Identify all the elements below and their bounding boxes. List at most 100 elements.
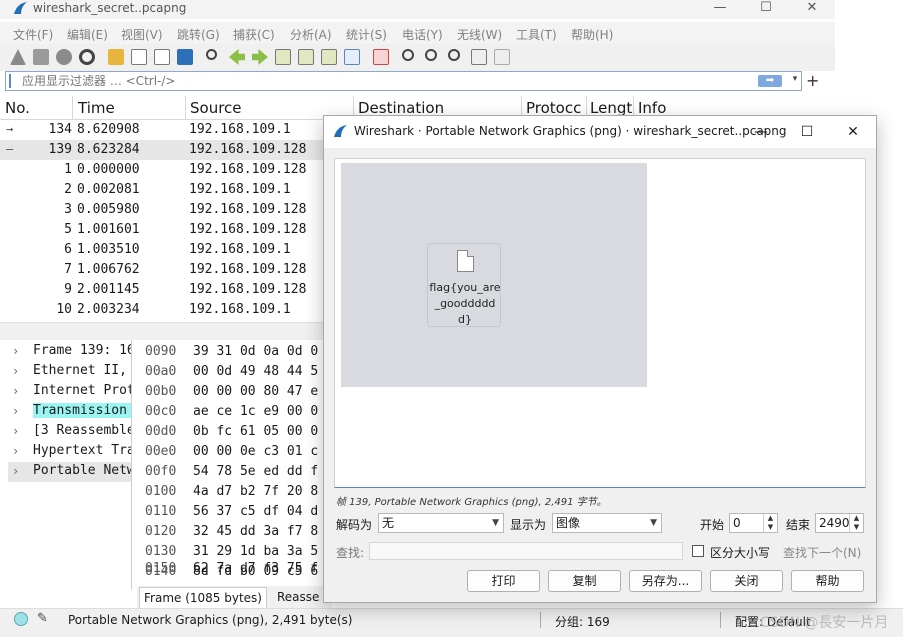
byte-row[interactable]: 00a0 00 0d 49 48 44 5 xyxy=(137,362,330,382)
tab-frame-bytes[interactable]: Frame (1085 bytes) xyxy=(139,587,267,608)
find-next-button[interactable]: 查找下一个(N) xyxy=(783,544,861,561)
chevron-right-icon[interactable]: › xyxy=(12,424,19,438)
start-spinbox[interactable]: 0 ▲ ▼ xyxy=(729,513,778,533)
resize-columns-icon[interactable] xyxy=(471,49,487,65)
edit-comment-icon[interactable]: ✎ xyxy=(37,611,48,626)
spin-arrows-icon[interactable]: ▲ ▼ xyxy=(763,514,777,532)
open-file-icon[interactable] xyxy=(108,49,124,65)
image-preview-pane[interactable]: flag{you_are_goodddddd} xyxy=(334,158,866,488)
detail-row-tcp[interactable]: › Transmission xyxy=(8,402,131,422)
byte-row[interactable]: 00f0 54 78 5e ed dd f xyxy=(137,462,330,482)
byte-row[interactable]: 0090 39 31 0d 0a 0d 0 xyxy=(137,342,330,362)
menu-go[interactable]: 跳转(G) xyxy=(177,26,220,43)
end-spinbox[interactable]: 2490 ▲ ▼ xyxy=(815,513,864,533)
chevron-down-icon[interactable]: ▾ xyxy=(789,74,801,88)
bookmark-icon[interactable] xyxy=(9,74,17,88)
menu-analyze[interactable]: 分析(A) xyxy=(290,26,332,43)
menu-edit[interactable]: 编辑(E) xyxy=(67,26,108,43)
byte-row[interactable]: 00c0 ae ce 1c e9 00 0 xyxy=(137,402,330,422)
column-no[interactable]: No. xyxy=(5,99,30,117)
menu-view[interactable]: 视图(V) xyxy=(121,26,163,43)
decode-as-select[interactable]: 无 ▼ xyxy=(378,513,504,533)
tab-reassembled-bytes[interactable]: Reasse xyxy=(277,590,319,604)
packet-row[interactable]: → 134 8.620908 192.168.109.1 xyxy=(0,120,330,140)
help-button[interactable]: 帮助 xyxy=(791,570,864,592)
print-button[interactable]: 打印 xyxy=(467,570,540,592)
packet-row-selected[interactable]: — 139 8.623284 192.168.109.128 xyxy=(0,140,330,160)
detail-row-reassembled[interactable]: › [3 Reassemble xyxy=(8,422,131,442)
show-as-select[interactable]: 图像 ▼ xyxy=(552,513,662,533)
byte-row[interactable]: 0100 4a d7 b2 7f 20 8 xyxy=(137,482,330,502)
dialog-close-button[interactable]: ✕ xyxy=(838,121,868,143)
menu-wireless[interactable]: 无线(W) xyxy=(457,26,502,43)
byte-row[interactable]: 0120 32 45 dd 3a f7 8 xyxy=(137,522,330,542)
last-packet-icon[interactable] xyxy=(321,49,337,65)
save-as-button[interactable]: 另存为... xyxy=(629,570,702,592)
packet-row[interactable]: 3 0.005980 192.168.109.128 xyxy=(0,200,330,220)
packet-row[interactable]: 9 2.001145 192.168.109.128 xyxy=(0,280,330,300)
packet-row[interactable]: 10 2.003234 192.168.109.1 xyxy=(0,300,330,320)
apply-filter-button[interactable]: ➡ xyxy=(758,75,782,87)
byte-row[interactable]: 0150 62 7a d7 f3 75 f xyxy=(137,561,330,582)
column-divider[interactable] xyxy=(185,96,186,120)
menu-file[interactable]: 文件(F) xyxy=(13,26,53,43)
expert-info-icon[interactable] xyxy=(14,612,28,626)
detail-row-frame[interactable]: › Frame 139: 16 xyxy=(8,342,131,362)
byte-row[interactable]: 00e0 00 00 0e c3 01 c xyxy=(137,442,330,462)
chevron-right-icon[interactable]: › xyxy=(12,444,19,458)
close-file-icon[interactable] xyxy=(154,49,170,65)
menu-capture[interactable]: 捕获(C) xyxy=(233,26,275,43)
spin-arrows-icon[interactable]: ▲ ▼ xyxy=(849,514,863,532)
save-file-icon[interactable] xyxy=(131,49,147,65)
chevron-right-icon[interactable]: › xyxy=(12,344,19,358)
zoom-in-icon[interactable] xyxy=(402,49,414,61)
detail-row-ip[interactable]: › Internet Prot xyxy=(8,382,131,402)
add-filter-button[interactable]: + xyxy=(806,71,819,90)
chevron-right-icon[interactable]: › xyxy=(12,464,19,478)
chevron-right-icon[interactable]: › xyxy=(12,384,19,398)
case-sensitive-checkbox[interactable] xyxy=(692,545,704,557)
pane-splitter[interactable] xyxy=(0,322,330,340)
menu-telephony[interactable]: 电话(Y) xyxy=(402,26,443,43)
byte-row[interactable]: 0130 31 29 1d ba 3a 5 xyxy=(137,542,330,562)
byte-row[interactable]: 00b0 00 00 00 80 47 e xyxy=(137,382,330,402)
go-to-packet-icon[interactable] xyxy=(275,49,291,65)
dialog-minimize-button[interactable]: — xyxy=(746,121,776,143)
detail-row-ethernet[interactable]: › Ethernet II, xyxy=(8,362,131,382)
packet-row[interactable]: 1 0.000000 192.168.109.128 xyxy=(0,160,330,180)
menu-statistics[interactable]: 统计(S) xyxy=(346,26,387,43)
reload-file-icon[interactable] xyxy=(177,49,193,65)
byte-row[interactable]: 00d0 0b fc 61 05 00 0 xyxy=(137,422,330,442)
maximize-button[interactable]: ☐ xyxy=(752,0,780,15)
file-thumbnail[interactable]: flag{you_are_goodddddd} xyxy=(427,243,501,327)
copy-button[interactable]: 复制 xyxy=(548,570,621,592)
colorize-icon[interactable] xyxy=(373,49,389,65)
column-divider[interactable] xyxy=(72,96,73,120)
go-forward-icon[interactable] xyxy=(252,49,268,65)
packet-row[interactable]: 6 1.003510 192.168.109.1 xyxy=(0,240,330,260)
close-button[interactable]: ✕ xyxy=(798,0,826,15)
chevron-right-icon[interactable]: › xyxy=(12,364,19,378)
start-capture-icon[interactable] xyxy=(10,49,26,65)
dialog-maximize-button[interactable]: ☐ xyxy=(792,121,822,143)
go-back-icon[interactable] xyxy=(229,49,245,65)
detail-row-png[interactable]: › Portable Netw xyxy=(8,462,131,482)
stop-capture-icon[interactable] xyxy=(33,49,49,65)
column-time[interactable]: Time xyxy=(78,99,115,117)
layout-icon[interactable] xyxy=(494,49,510,65)
detail-row-http[interactable]: › Hypertext Tra xyxy=(8,442,131,462)
packet-row[interactable]: 5 1.001601 192.168.109.128 xyxy=(0,220,330,240)
minimize-button[interactable]: — xyxy=(706,0,734,15)
chevron-right-icon[interactable]: › xyxy=(12,404,19,418)
first-packet-icon[interactable] xyxy=(298,49,314,65)
capture-options-icon[interactable] xyxy=(79,49,95,65)
normal-size-icon[interactable] xyxy=(448,49,460,61)
close-dialog-button[interactable]: 关闭 xyxy=(710,570,783,592)
packet-row[interactable]: 2 0.002081 192.168.109.1 xyxy=(0,180,330,200)
packet-row[interactable]: 7 1.006762 192.168.109.128 xyxy=(0,260,330,280)
byte-row[interactable]: 0110 56 37 c5 df 04 d xyxy=(137,502,330,522)
restart-capture-icon[interactable] xyxy=(56,49,72,65)
menu-help[interactable]: 帮助(H) xyxy=(571,26,613,43)
find-input[interactable] xyxy=(369,542,683,560)
menu-tools[interactable]: 工具(T) xyxy=(516,26,557,43)
